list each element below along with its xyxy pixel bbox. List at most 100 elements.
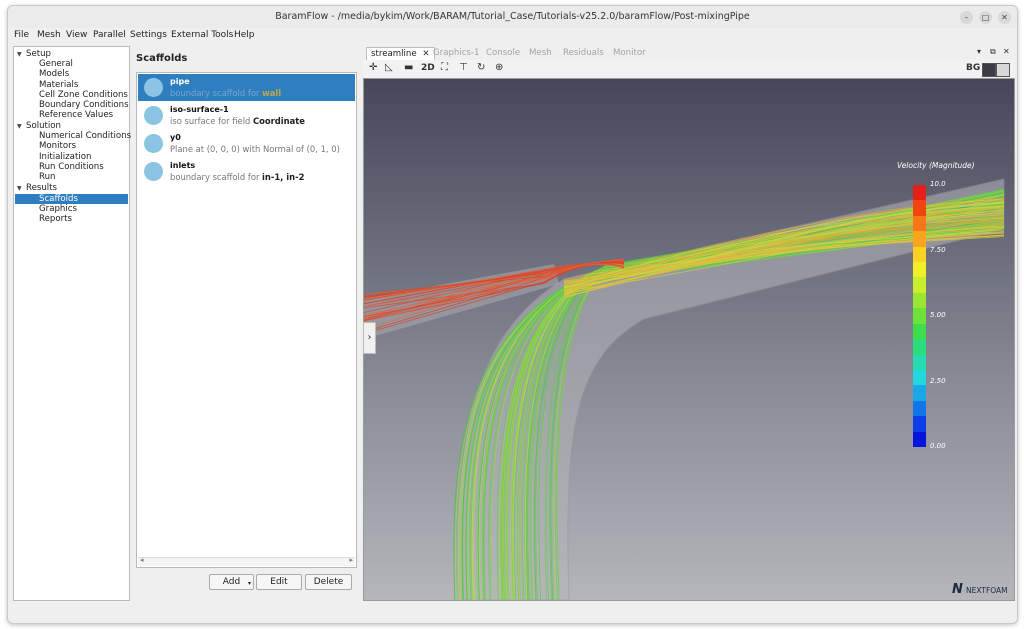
collapse-panel-button[interactable]: › bbox=[363, 322, 376, 354]
delete-button[interactable]: Delete bbox=[305, 574, 352, 590]
list-item[interactable]: y0 Plane at (0, 0, 0) with Normal of (0,… bbox=[138, 130, 355, 157]
tree-run[interactable]: Run bbox=[39, 172, 55, 182]
legend-swatch bbox=[913, 262, 926, 278]
minimize-button[interactable]: – bbox=[960, 11, 973, 24]
legend-swatch bbox=[913, 231, 926, 248]
scaffold-desc: iso surface for field Coordinate bbox=[170, 116, 305, 126]
scaffold-icon bbox=[144, 106, 163, 125]
bg-color-dark-button[interactable] bbox=[982, 63, 996, 77]
menu-mesh[interactable]: Mesh bbox=[37, 30, 61, 40]
close-button[interactable]: ✕ bbox=[998, 11, 1011, 24]
nextfoam-logo: N NEXTFOAM bbox=[952, 582, 1008, 597]
scroll-left-icon[interactable]: ◂ bbox=[140, 556, 144, 564]
render-viewport[interactable]: Velocity (Magnitude) 10.0 7.50 5.00 2.50… bbox=[363, 78, 1015, 601]
tab-monitor[interactable]: Monitor bbox=[609, 47, 650, 59]
horizontal-scrollbar[interactable]: ◂ ▸ bbox=[138, 556, 355, 566]
legend-title: Velocity (Magnitude) bbox=[897, 161, 975, 170]
legend-swatch bbox=[913, 200, 926, 217]
legend-swatch bbox=[913, 185, 926, 201]
scaffold-desc: boundary scaffold for in-1, in-2 bbox=[170, 172, 305, 182]
scaffold-name: pipe bbox=[170, 77, 190, 86]
tree-setup[interactable]: Setup bbox=[26, 49, 51, 59]
menu-settings[interactable]: Settings bbox=[130, 30, 167, 40]
maximize-button[interactable]: □ bbox=[979, 11, 992, 24]
tree-numerical-conditions[interactable]: Numerical Conditions bbox=[39, 131, 131, 141]
viewer-toolbar: ✛ ◺ ▬ 2D ⛶ ⊤ ↻ ⊕ BG bbox=[363, 60, 1015, 79]
tree-results[interactable]: Results bbox=[26, 183, 57, 193]
tree-reference-values[interactable]: Reference Values bbox=[39, 110, 113, 120]
list-item[interactable]: iso-surface-1 iso surface for field Coor… bbox=[138, 102, 355, 129]
expand-arrow-icon[interactable]: ▼ bbox=[17, 123, 22, 130]
scaffold-desc: boundary scaffold for wall bbox=[170, 88, 282, 98]
tree-materials[interactable]: Materials bbox=[39, 80, 78, 90]
window-title: BaramFlow - /media/bykim/Work/BARAM/Tuto… bbox=[275, 11, 750, 22]
close-icon[interactable]: ✕ bbox=[1003, 47, 1010, 56]
add-button[interactable]: Add ▾ bbox=[209, 574, 254, 590]
tree-scaffolds[interactable]: Scaffolds bbox=[39, 194, 78, 204]
ruler-icon[interactable]: ◺ bbox=[385, 62, 393, 73]
tab-console[interactable]: Console bbox=[482, 47, 524, 59]
tree-graphics[interactable]: Graphics bbox=[39, 204, 77, 214]
scaffold-icon bbox=[144, 162, 163, 181]
tree-monitors[interactable]: Monitors bbox=[39, 141, 76, 151]
legend-label: 10.0 bbox=[930, 180, 946, 188]
scaffold-name: inlets bbox=[170, 161, 196, 170]
legend-swatch bbox=[913, 292, 926, 309]
menu-file[interactable]: File bbox=[14, 30, 29, 40]
tree-reports[interactable]: Reports bbox=[39, 214, 72, 224]
legend-swatch bbox=[913, 400, 926, 417]
legend-label: 2.50 bbox=[930, 377, 946, 385]
bg-color-light-button[interactable] bbox=[996, 63, 1010, 77]
scaffold-name: iso-surface-1 bbox=[170, 105, 229, 114]
tree-boundary-conditions[interactable]: Boundary Conditions bbox=[39, 100, 129, 110]
scaffold-icon bbox=[144, 134, 163, 153]
legend-swatch bbox=[913, 369, 926, 386]
legend-label: 5.00 bbox=[930, 311, 946, 319]
tab-streamline[interactable]: streamline ✕ bbox=[366, 47, 435, 60]
tab-graphics-1[interactable]: Graphics-1 bbox=[429, 47, 484, 59]
legend-swatch bbox=[913, 416, 926, 433]
fit-view-icon[interactable]: ⛶ bbox=[441, 62, 448, 73]
axes-icon[interactable]: ✛ bbox=[369, 62, 377, 73]
tree-models[interactable]: Models bbox=[39, 69, 69, 79]
navigation-tree: ▼ Setup General Models Materials Cell Zo… bbox=[13, 46, 131, 601]
chevron-down-icon[interactable]: ▾ bbox=[977, 47, 981, 56]
tree-solution[interactable]: Solution bbox=[26, 121, 61, 131]
tab-mesh[interactable]: Mesh bbox=[525, 47, 556, 59]
legend-swatch bbox=[913, 215, 926, 232]
parallel-projection-icon[interactable]: ▬ bbox=[404, 62, 413, 73]
view-2d-button[interactable]: 2D bbox=[421, 63, 435, 73]
legend-swatch bbox=[913, 354, 926, 371]
menu-help[interactable]: Help bbox=[234, 30, 255, 40]
scaffold-icon bbox=[144, 78, 163, 97]
expand-arrow-icon[interactable]: ▼ bbox=[17, 51, 22, 58]
page-title: Scaffolds bbox=[136, 53, 188, 64]
list-item[interactable]: inlets boundary scaffold for in-1, in-2 bbox=[138, 158, 355, 185]
title-bar: BaramFlow - /media/bykim/Work/BARAM/Tuto… bbox=[8, 6, 1017, 29]
scaffold-name: y0 bbox=[170, 133, 181, 142]
expand-arrow-icon[interactable]: ▼ bbox=[17, 185, 22, 192]
tab-residuals[interactable]: Residuals bbox=[559, 47, 608, 59]
legend-swatch bbox=[913, 431, 926, 448]
scaffold-desc: Plane at (0, 0, 0) with Normal of (0, 1,… bbox=[170, 144, 340, 154]
float-panel-icon[interactable]: ⧉ bbox=[990, 47, 996, 57]
rotate-view-icon[interactable]: ⊕ bbox=[495, 62, 503, 73]
menu-parallel[interactable]: Parallel bbox=[93, 30, 126, 40]
rotate-icon[interactable]: ↻ bbox=[477, 62, 485, 73]
tree-initialization[interactable]: Initialization bbox=[39, 152, 91, 162]
legend-swatch bbox=[913, 246, 926, 263]
tree-run-conditions[interactable]: Run Conditions bbox=[39, 162, 104, 172]
align-axis-icon[interactable]: ⊤ bbox=[459, 62, 468, 73]
tree-cell-zone-conditions[interactable]: Cell Zone Conditions bbox=[39, 90, 128, 100]
legend-label: 0.00 bbox=[930, 442, 946, 450]
legend-label: 7.50 bbox=[930, 246, 946, 254]
menu-external-tools[interactable]: External Tools bbox=[171, 30, 233, 40]
chevron-down-icon: ▾ bbox=[247, 580, 251, 587]
scroll-right-icon[interactable]: ▸ bbox=[349, 556, 353, 564]
edit-button[interactable]: Edit bbox=[256, 574, 302, 590]
legend-swatch bbox=[913, 277, 926, 294]
list-item[interactable]: pipe boundary scaffold for wall bbox=[138, 74, 355, 101]
view-tabs: streamline ✕ Graphics-1 Console Mesh Res… bbox=[363, 46, 1015, 60]
tree-general[interactable]: General bbox=[39, 59, 73, 69]
menu-view[interactable]: View bbox=[66, 30, 87, 40]
